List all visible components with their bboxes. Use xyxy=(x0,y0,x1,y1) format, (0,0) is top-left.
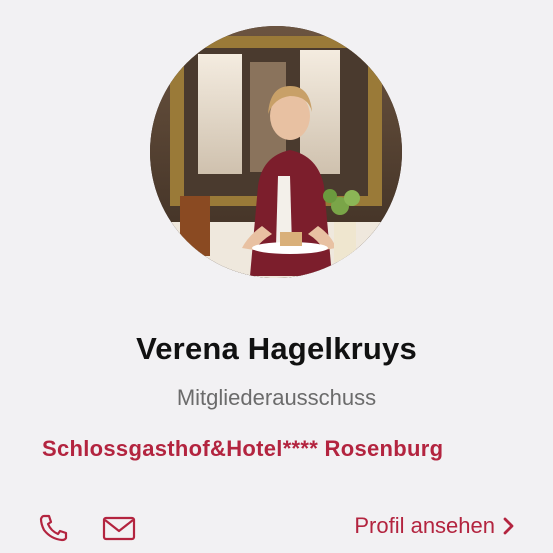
phone-icon xyxy=(39,514,68,542)
member-role: Mitgliederausschuss xyxy=(176,385,377,410)
mail-icon xyxy=(102,516,136,541)
view-profile-link[interactable]: Profil ansehen xyxy=(354,513,515,539)
member-company-link[interactable]: Schlossgasthof&Hotel**** Rosenburg xyxy=(42,436,510,462)
mail-button[interactable] xyxy=(102,513,136,543)
chevron-right-icon xyxy=(503,517,514,535)
avatar-photo xyxy=(150,26,402,278)
action-bar: Profil ansehen xyxy=(0,505,553,549)
phone-button[interactable] xyxy=(38,513,72,543)
member-name: Verena Hagelkruys xyxy=(136,331,417,366)
member-card: Verena Hagelkruys Mitgliederausschuss Sc… xyxy=(0,0,553,553)
view-profile-label: Profil ansehen xyxy=(354,513,495,538)
avatar xyxy=(150,26,402,278)
